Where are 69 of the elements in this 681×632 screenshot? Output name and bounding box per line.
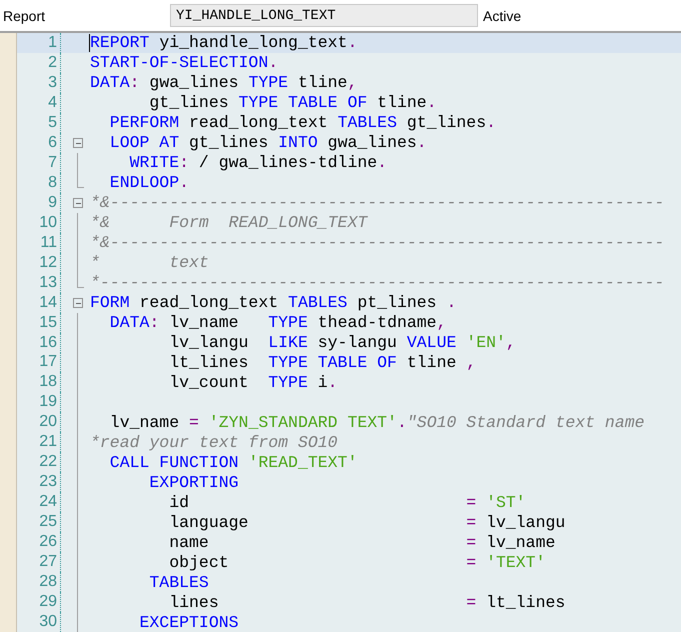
line-number: 29 [38, 593, 57, 612]
code-line: DATA: lv_name TYPE thead-tdname, [108, 313, 446, 332]
line-number: 20 [38, 413, 57, 432]
collapse-icon[interactable] [73, 298, 83, 308]
line-number: 23 [38, 473, 57, 492]
code-line: REPORT yi_handle_long_text. [90, 33, 358, 52]
collapse-icon[interactable] [73, 138, 83, 148]
code-line: *--------------------------------------------------------- [90, 273, 664, 292]
code-line: PERFORM read_long_text TABLES gt_lines. [108, 113, 496, 132]
line-number: 12 [38, 254, 57, 272]
fold-end-line [77, 172, 84, 188]
line-number: 26 [38, 533, 57, 552]
code-line: lt_lines TYPE TABLE OF tline , [168, 352, 476, 372]
status-label: Active [482, 8, 522, 24]
line-number: 13 [38, 274, 57, 292]
code-line: * text [90, 253, 209, 272]
line-number: 15 [38, 314, 57, 332]
code-line: lines = lt_lines [168, 592, 566, 612]
line-number: 25 [38, 513, 57, 532]
code-line: lv_count TYPE i. [168, 372, 338, 392]
line-number: 21 [38, 433, 57, 452]
code-line: id = 'ST' [168, 492, 526, 512]
line-number: 4 [47, 94, 57, 112]
collapse-icon[interactable] [73, 198, 83, 208]
line-number: 11 [39, 234, 57, 252]
fold-line [77, 152, 78, 173]
code-line: LOOP AT gt_lines INTO gwa_lines. [108, 133, 427, 152]
line-number: 28 [38, 573, 57, 592]
line-number: 16 [38, 334, 57, 352]
code-line: gt_lines TYPE TABLE OF tline. [148, 93, 437, 112]
line-number: 30 [38, 613, 57, 632]
code-line: START-OF-SELECTION. [90, 53, 278, 72]
code-line: object = 'TEXT' [168, 552, 546, 572]
line-number: 22 [38, 453, 57, 472]
code-line: EXPORTING [148, 472, 239, 492]
code-line: *&-------------------------------------------------------- [90, 233, 664, 252]
line-number: 9 [47, 194, 57, 212]
line-number: 24 [38, 493, 57, 512]
line-number: 3 [47, 74, 57, 92]
code-line: *read your text from SO10 [90, 432, 338, 452]
line-number: 5 [47, 114, 57, 132]
line-number: 19 [38, 393, 57, 412]
code-line: ENDLOOP. [108, 173, 190, 192]
code-line: lv_name = 'ZYN_STANDARD TEXT'."SO10 Standard text name [108, 412, 645, 432]
line-number: 1 [47, 34, 57, 52]
line-number: 27 [38, 553, 57, 572]
code-line: DATA: gwa_lines TYPE tline, [90, 73, 358, 92]
code-line: name = lv_name [168, 532, 556, 552]
line-number: 6 [47, 134, 57, 152]
code-line: FORM read_long_text TABLES pt_lines . [90, 293, 456, 312]
line-number: 8 [47, 174, 57, 192]
fold-end-line [77, 272, 84, 288]
code-line: EXCEPTIONS [138, 612, 239, 632]
code-line: TABLES [148, 572, 209, 592]
code-line: language = lv_langu [168, 512, 566, 532]
code-line: *&-------------------------------------------------------- [90, 193, 664, 212]
line-number: 18 [38, 373, 57, 392]
code-line: lv_langu LIKE sy-langu VALUE 'EN', [168, 333, 516, 352]
program-name-field[interactable]: YI_HANDLE_LONG_TEXT [170, 4, 478, 27]
line-number: 2 [47, 54, 57, 72]
line-number: 17 [38, 353, 57, 372]
text-cursor [89, 34, 90, 52]
code-line: *& Form READ_LONG_TEXT [90, 213, 368, 232]
code-line: WRITE: / gwa_lines-tdline. [128, 153, 388, 172]
line-number: 14 [38, 294, 57, 312]
code-line: CALL FUNCTION 'READ_TEXT' [108, 452, 358, 472]
line-number: 7 [47, 154, 57, 172]
program-type-label: Report [2, 8, 46, 24]
line-number: 10 [38, 214, 57, 232]
